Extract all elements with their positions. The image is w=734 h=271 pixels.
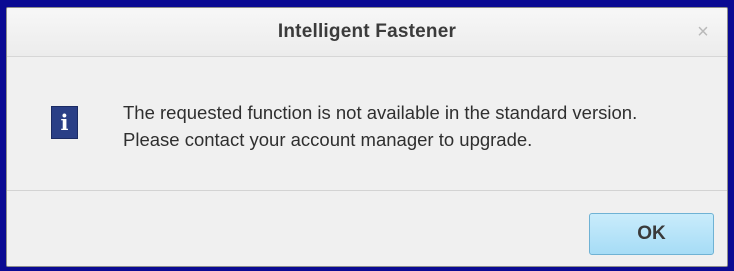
info-icon: i: [51, 106, 78, 139]
message-dialog: Intelligent Fastener × i The requested f…: [6, 7, 728, 267]
dialog-body: i The requested function is not availabl…: [7, 57, 727, 191]
dialog-footer: OK: [7, 191, 727, 266]
close-icon[interactable]: ×: [693, 21, 713, 43]
screen-background: Intelligent Fastener × i The requested f…: [0, 0, 734, 271]
title-bar[interactable]: Intelligent Fastener ×: [7, 8, 727, 57]
dialog-title: Intelligent Fastener: [277, 21, 457, 42]
ok-button[interactable]: OK: [589, 213, 714, 255]
message-text: The requested function is not available …: [123, 99, 637, 153]
message-line-1: The requested function is not available …: [123, 102, 638, 123]
message-line-2: Please contact your account manager to u…: [123, 129, 533, 150]
